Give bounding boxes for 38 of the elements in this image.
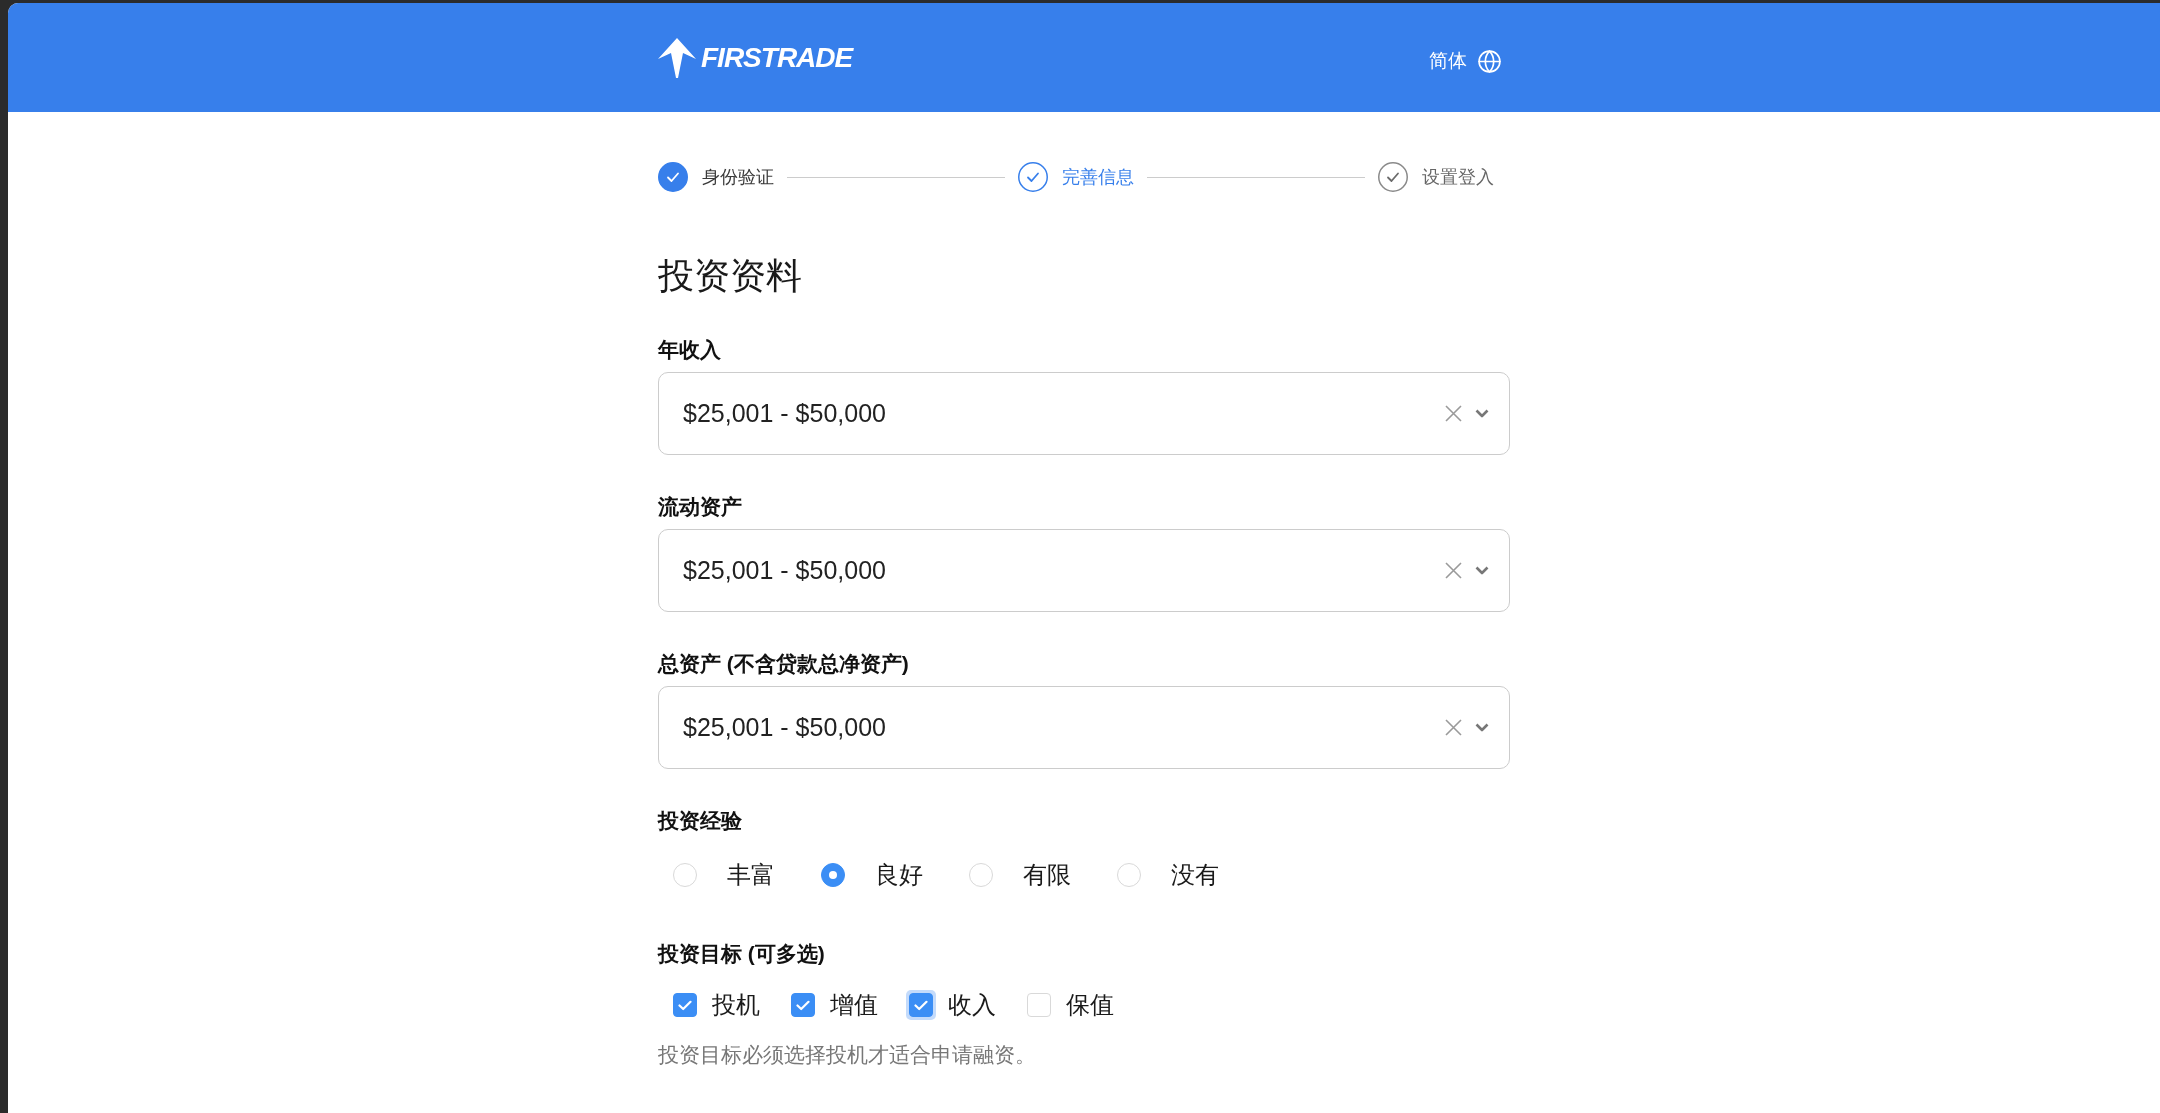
option-label: 保值 — [1066, 990, 1114, 1020]
step-label[interactable]: 完善信息 — [1062, 163, 1134, 191]
field-label: 年收入 — [658, 337, 722, 363]
clear-icon[interactable] — [1445, 405, 1462, 422]
dropdown-field[interactable]: $25,001 - $50,000 — [658, 686, 1510, 769]
hint-text: 投资目标必须选择投机才适合申请融资。 — [658, 1042, 1037, 1068]
clear-icon[interactable] — [1445, 562, 1462, 579]
section-title: 投资资料 — [658, 256, 803, 296]
step-label[interactable]: 设置登入 — [1422, 163, 1494, 191]
field-label: 投资经验 — [658, 808, 743, 834]
language-button[interactable]: 简体 — [1429, 47, 1502, 76]
step-label[interactable]: 身份验证 — [702, 163, 774, 191]
chevron-down-icon[interactable] — [1475, 409, 1489, 418]
field-label: 总资产 (不含贷款总净资产) — [658, 651, 910, 677]
checkbox[interactable] — [906, 990, 936, 1020]
field-label: 投资目标 (可多选) — [658, 941, 826, 967]
dropdown-field[interactable]: $25,001 - $50,000 — [658, 529, 1510, 612]
radio-button[interactable] — [821, 863, 845, 887]
chevron-down-icon[interactable] — [1475, 566, 1489, 575]
option-label: 收入 — [948, 990, 996, 1020]
option-label: 丰富 — [727, 860, 775, 890]
checkbox[interactable] — [791, 993, 815, 1017]
globe-icon — [1477, 49, 1502, 74]
dropdown-field[interactable]: $25,001 - $50,000 — [658, 372, 1510, 455]
option-label: 良好 — [875, 860, 923, 890]
arrow-logo-icon — [658, 37, 696, 78]
chevron-down-icon[interactable] — [1475, 723, 1489, 732]
option-label: 增值 — [830, 990, 878, 1020]
option-label: 投机 — [712, 990, 760, 1020]
logo-text: FIRSTRADE — [701, 43, 853, 72]
option-label: 有限 — [1023, 860, 1071, 890]
option-label: 没有 — [1171, 860, 1219, 890]
check-icon — [796, 999, 810, 1011]
clear-icon[interactable] — [1445, 719, 1462, 736]
field-label: 流动资产 — [658, 494, 743, 520]
checkbox[interactable] — [673, 993, 697, 1017]
check-icon — [914, 999, 928, 1011]
check-icon — [678, 999, 692, 1011]
